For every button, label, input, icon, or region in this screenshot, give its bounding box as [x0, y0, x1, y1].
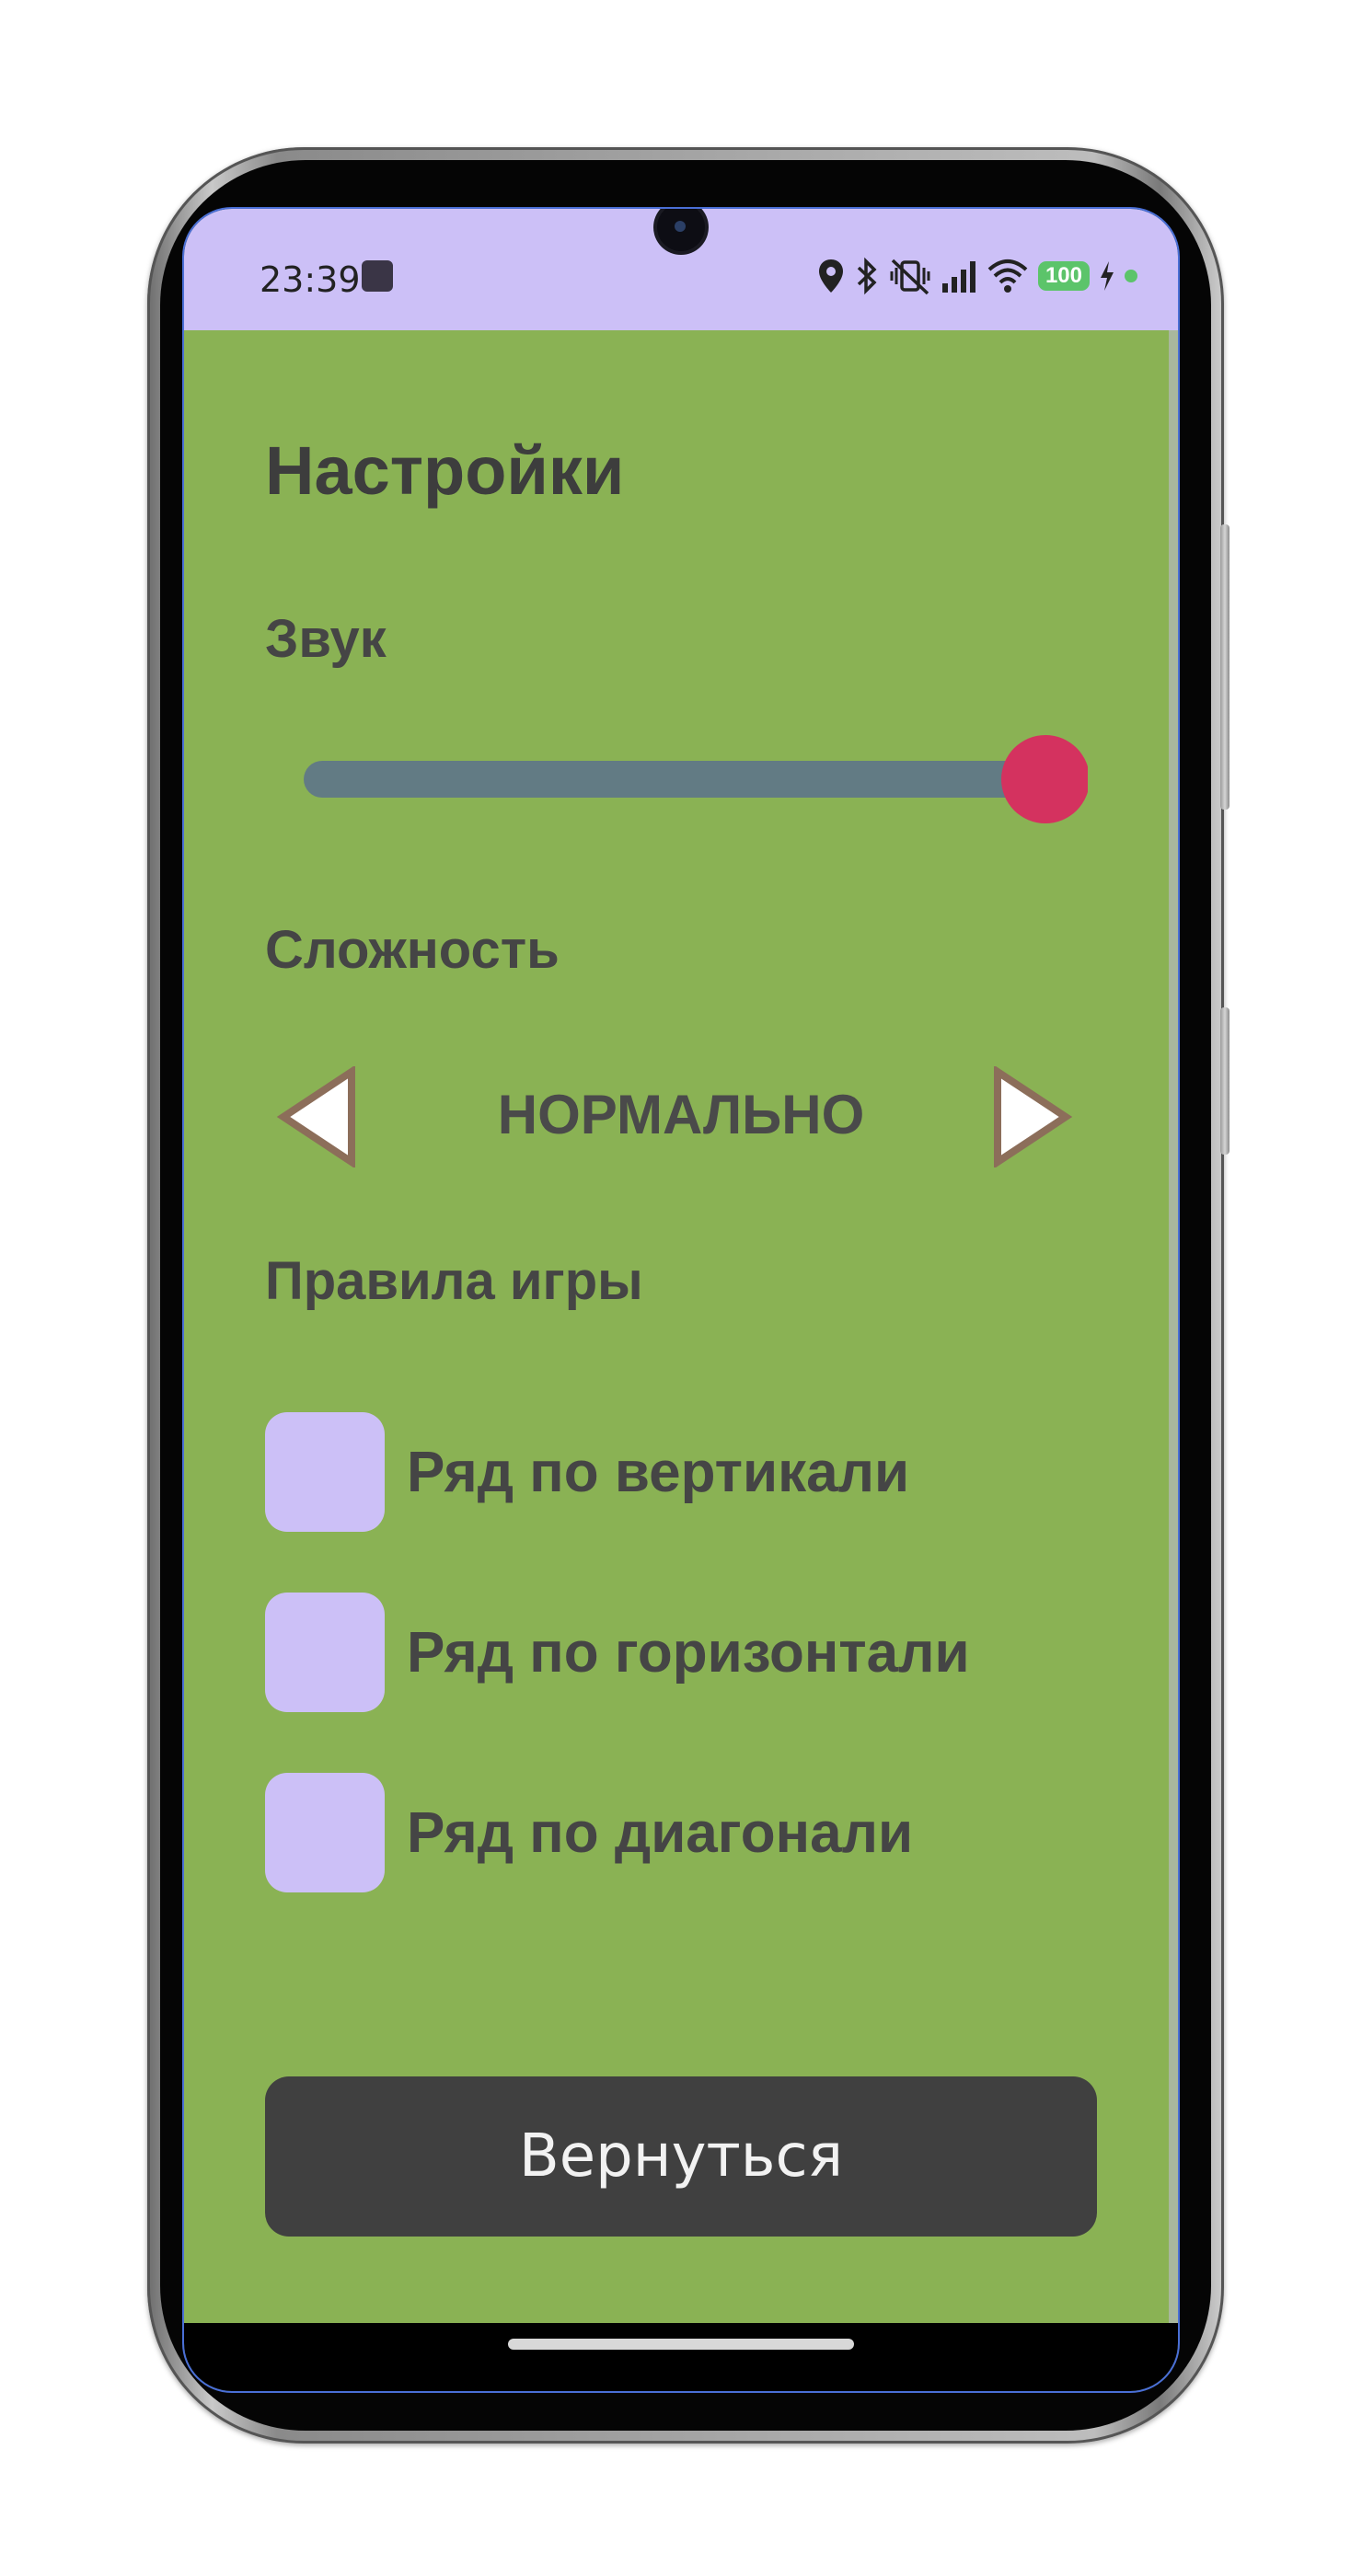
- wifi-icon: [987, 259, 1028, 293]
- difficulty-label: Сложность: [265, 920, 560, 980]
- status-time: 23:39: [260, 259, 361, 300]
- rule-horizontal-checkbox[interactable]: [265, 1593, 385, 1712]
- location-icon: [818, 259, 843, 293]
- status-icons: 100: [817, 253, 1137, 299]
- notification-icon: [362, 260, 393, 292]
- rule-vertical-row[interactable]: Ряд по вертикали: [265, 1412, 909, 1532]
- rule-diagonal-checkbox[interactable]: [265, 1773, 385, 1892]
- privacy-indicator-dot: [1125, 270, 1137, 282]
- app-screen: 23:39 100 Настройки Звук Сложность НОРМА…: [184, 209, 1178, 2391]
- vibrate-off-icon: [890, 259, 930, 295]
- rule-horizontal-row[interactable]: Ряд по горизонтали: [265, 1593, 970, 1712]
- volume-button: [1220, 524, 1229, 810]
- signal-icon: [941, 261, 975, 293]
- home-gesture-handle[interactable]: [508, 2339, 854, 2350]
- triangle-right-icon[interactable]: [990, 1066, 1073, 1167]
- rule-diagonal-label[interactable]: Ряд по диагонали: [407, 1800, 913, 1866]
- bluetooth-icon: [857, 257, 877, 295]
- rule-horizontal-label[interactable]: Ряд по горизонтали: [407, 1620, 970, 1685]
- battery-icon: 100: [1037, 261, 1090, 291]
- power-button: [1220, 1007, 1229, 1155]
- scroll-edge: [1169, 330, 1178, 2323]
- rule-vertical-label[interactable]: Ряд по вертикали: [407, 1440, 909, 1505]
- rule-vertical-checkbox[interactable]: [265, 1412, 385, 1532]
- charging-icon: [1101, 261, 1114, 291]
- volume-slider-track[interactable]: [304, 761, 1058, 798]
- volume-slider[interactable]: [184, 330, 1088, 882]
- volume-slider-thumb[interactable]: [1001, 735, 1088, 823]
- rule-diagonal-row[interactable]: Ряд по диагонали: [265, 1773, 913, 1892]
- settings-content: Настройки Звук Сложность НОРМАЛЬНО Прави…: [184, 330, 1178, 2299]
- rules-label: Правила игры: [265, 1251, 643, 1311]
- back-button[interactable]: Вернуться: [265, 2076, 1097, 2237]
- navigation-bar: [184, 2323, 1178, 2391]
